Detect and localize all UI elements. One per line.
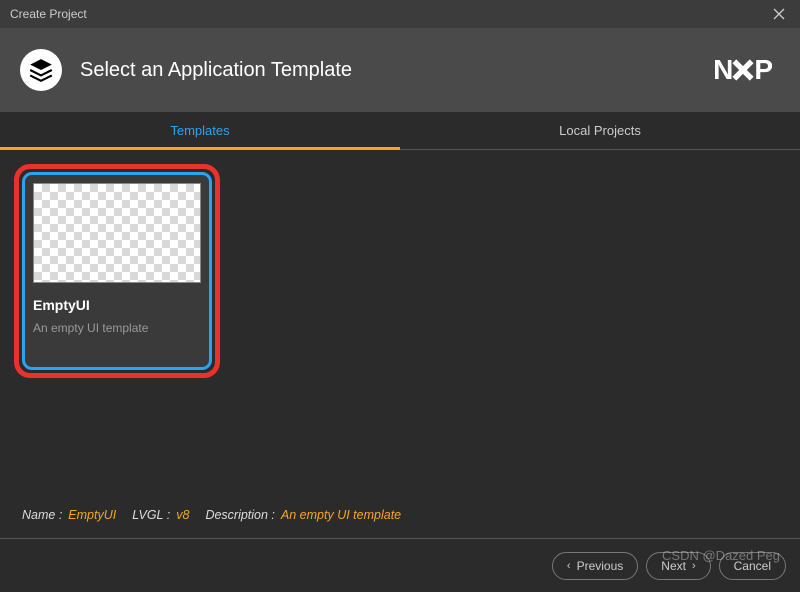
chevron-right-icon: › bbox=[692, 560, 696, 572]
header: Select an Application Template N P bbox=[0, 28, 800, 112]
tab-label: Templates bbox=[170, 123, 229, 138]
next-button[interactable]: Next › bbox=[646, 552, 710, 580]
content-area: EmptyUI An empty UI template bbox=[0, 150, 800, 508]
window-title: Create Project bbox=[10, 7, 87, 21]
tab-local-projects[interactable]: Local Projects bbox=[400, 112, 800, 149]
template-thumbnail bbox=[33, 183, 201, 283]
lvgl-value: v8 bbox=[176, 508, 189, 522]
template-card-emptyui[interactable]: EmptyUI An empty UI template bbox=[22, 172, 212, 370]
layers-icon bbox=[28, 57, 54, 83]
footer-info: Name : EmptyUI LVGL : v8 Description : A… bbox=[0, 508, 800, 538]
tab-templates[interactable]: Templates bbox=[0, 112, 400, 149]
header-left: Select an Application Template bbox=[20, 49, 352, 91]
description-value: An empty UI template bbox=[281, 508, 401, 522]
layers-icon-circle bbox=[20, 49, 62, 91]
tab-label: Local Projects bbox=[559, 123, 641, 138]
name-label: Name : bbox=[22, 508, 62, 522]
cancel-button[interactable]: Cancel bbox=[719, 552, 786, 580]
close-icon bbox=[773, 8, 785, 20]
template-card-highlight: EmptyUI An empty UI template bbox=[14, 164, 220, 378]
template-title: EmptyUI bbox=[33, 297, 201, 313]
button-label: Cancel bbox=[734, 559, 771, 573]
page-title: Select an Application Template bbox=[80, 59, 352, 82]
button-label: Next bbox=[661, 559, 686, 573]
footer-buttons: ‹ Previous Next › Cancel bbox=[0, 538, 800, 592]
close-button[interactable] bbox=[766, 1, 792, 27]
name-value: EmptyUI bbox=[68, 508, 116, 522]
chevron-left-icon: ‹ bbox=[567, 560, 571, 572]
nxp-logo: N P bbox=[713, 54, 772, 86]
lvgl-label: LVGL : bbox=[132, 508, 170, 522]
tabs: Templates Local Projects bbox=[0, 112, 800, 150]
button-label: Previous bbox=[577, 559, 624, 573]
description-label: Description : bbox=[205, 508, 274, 522]
previous-button[interactable]: ‹ Previous bbox=[552, 552, 638, 580]
template-description: An empty UI template bbox=[33, 321, 201, 335]
nxp-x-icon bbox=[730, 57, 756, 83]
title-bar: Create Project bbox=[0, 0, 800, 28]
